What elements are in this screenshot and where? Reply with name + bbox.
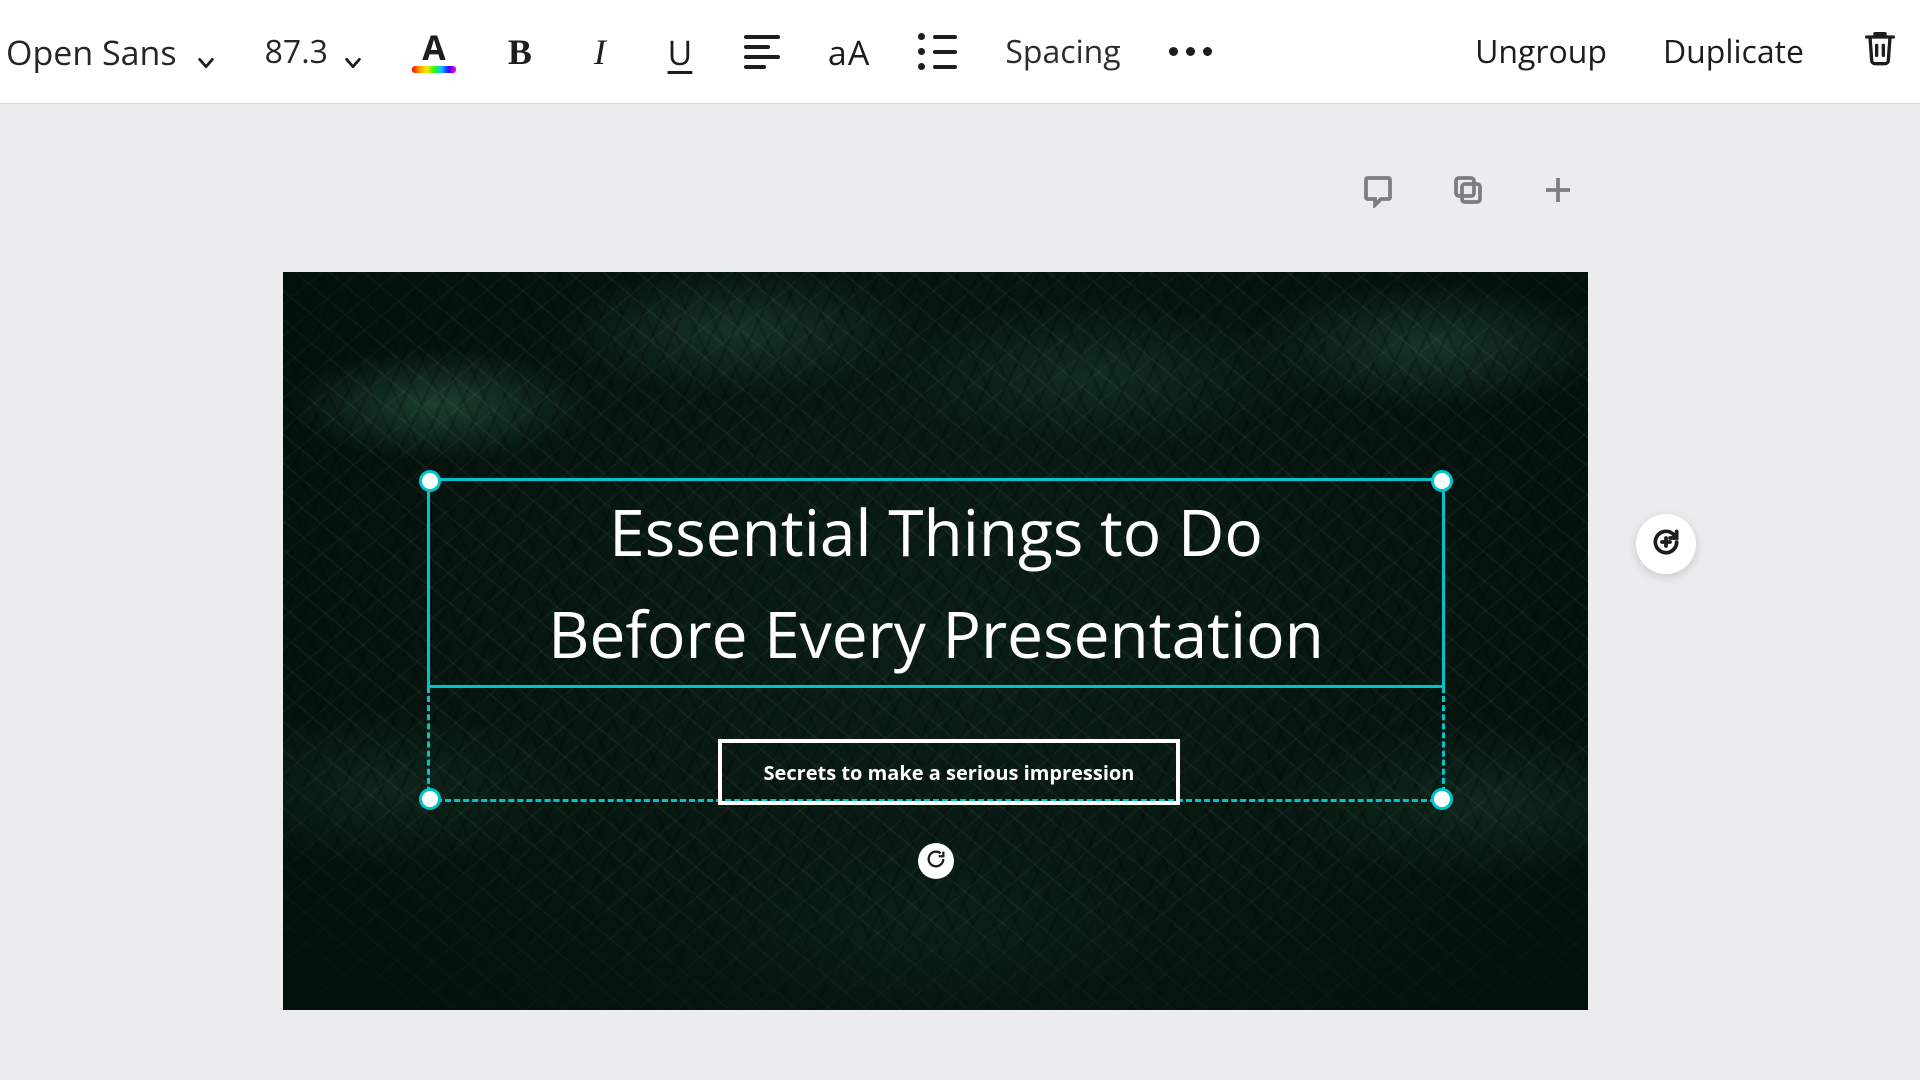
trash-icon	[1860, 27, 1900, 77]
add-page-button[interactable]	[1536, 170, 1580, 214]
resize-handle-top-right[interactable]	[1431, 470, 1453, 492]
more-icon	[1169, 47, 1212, 56]
rotate-icon	[925, 848, 947, 875]
subtitle-text: Secrets to make a serious impression	[764, 759, 1135, 786]
refresh-plus-icon	[1650, 526, 1682, 563]
copy-icon	[1450, 172, 1486, 213]
text-toolbar: Open Sans 87.3 A B I U aA	[0, 0, 1920, 104]
note-icon	[1360, 172, 1396, 213]
plus-icon	[1540, 172, 1576, 213]
italic-button[interactable]: I	[578, 24, 622, 80]
bold-button[interactable]: B	[498, 24, 542, 80]
title-textbox[interactable]: Essential Things to Do Before Every Pres…	[427, 478, 1445, 688]
duplicate-button[interactable]: Duplicate	[1657, 24, 1810, 80]
align-button[interactable]	[738, 24, 786, 80]
align-left-icon	[744, 35, 780, 69]
font-family-label: Open Sans	[6, 29, 177, 75]
slide[interactable]: Essential Things to Do Before Every Pres…	[283, 272, 1588, 1010]
resize-handle-bottom-right[interactable]	[1431, 788, 1453, 810]
bold-icon: B	[508, 31, 532, 73]
canvas-area: Essential Things to Do Before Every Pres…	[0, 104, 1920, 1080]
font-size-dropdown[interactable]: 87.3	[259, 24, 370, 80]
chevron-down-icon	[195, 41, 217, 63]
underline-button[interactable]: U	[658, 24, 702, 80]
resize-handle-top-left[interactable]	[419, 470, 441, 492]
subtitle-textbox[interactable]: Secrets to make a serious impression	[718, 739, 1180, 805]
font-size-label: 87.3	[265, 30, 328, 73]
quick-add-button[interactable]	[1636, 514, 1696, 574]
spacing-label: Spacing	[1005, 30, 1120, 73]
font-family-dropdown[interactable]: Open Sans	[0, 24, 223, 80]
more-button[interactable]	[1163, 24, 1218, 80]
bullet-list-icon	[918, 33, 957, 70]
add-note-button[interactable]	[1356, 170, 1400, 214]
resize-handle-bottom-left[interactable]	[419, 788, 441, 810]
text-color-icon: A	[412, 30, 456, 73]
list-button[interactable]	[912, 24, 963, 80]
chevron-down-icon	[342, 41, 364, 63]
duplicate-page-button[interactable]	[1446, 170, 1490, 214]
rotate-handle[interactable]	[918, 843, 954, 879]
ungroup-button[interactable]: Ungroup	[1469, 24, 1613, 80]
spacing-button[interactable]: Spacing	[999, 24, 1126, 80]
page-controls	[1356, 170, 1580, 214]
ungroup-label: Ungroup	[1475, 30, 1607, 73]
italic-icon: I	[594, 31, 606, 73]
text-case-button[interactable]: aA	[822, 24, 876, 80]
title-text: Essential Things to Do Before Every Pres…	[532, 481, 1340, 686]
delete-button[interactable]	[1854, 24, 1906, 80]
duplicate-label: Duplicate	[1663, 30, 1804, 73]
text-color-button[interactable]: A	[406, 24, 462, 80]
text-case-icon: aA	[828, 29, 870, 75]
underline-icon: U	[668, 29, 693, 75]
selection-group[interactable]: Essential Things to Do Before Every Pres…	[427, 478, 1445, 802]
